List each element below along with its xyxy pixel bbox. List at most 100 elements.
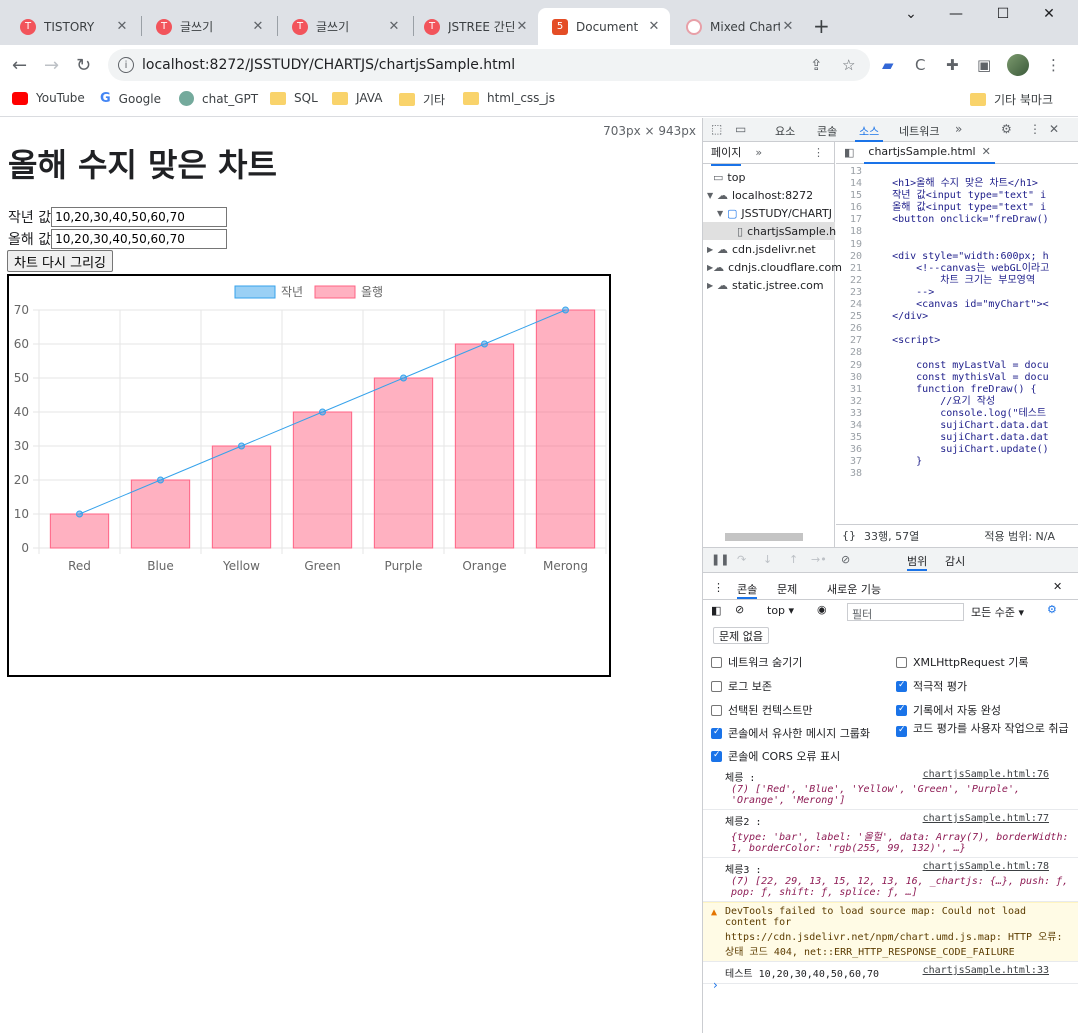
option-hide-network[interactable]: 네트워크 숨기기: [711, 654, 802, 670]
format-braces-icon[interactable]: {}: [842, 529, 856, 542]
tab-console[interactable]: 콘솔: [817, 123, 837, 139]
bookmark-other[interactable]: 기타 북마크: [970, 91, 1053, 108]
tree-item-folder[interactable]: ▼ ▢ JSSTUDY/CHARTJ: [703, 204, 835, 222]
info-icon[interactable]: i: [118, 57, 134, 73]
code-lines[interactable]: 13 14 <h1>올해 수지 맞은 차트</h1> 15 작년 값<input t…: [836, 166, 1078, 512]
navigator-scrollbar[interactable]: [703, 530, 835, 544]
step-out-icon[interactable]: ↑: [789, 553, 798, 566]
close-icon[interactable]: ✕: [646, 19, 662, 34]
device-toggle-icon[interactable]: ▭: [735, 122, 746, 136]
tree-item-localhost[interactable]: ▼ ☁ localhost:8272: [703, 186, 835, 204]
inspect-icon[interactable]: ⬚: [711, 122, 722, 136]
more-tabs-icon[interactable]: »: [955, 122, 962, 136]
more-icon[interactable]: »: [755, 146, 762, 159]
tree-item-jsdelivr[interactable]: ▶ ☁ cdn.jsdelivr.net: [703, 240, 835, 258]
share-icon[interactable]: ⇪: [810, 56, 823, 74]
console-log[interactable]: 테스트 10,20,30,40,50,60,70 chartjsSample.h…: [703, 962, 1078, 984]
toggle-navigator-icon[interactable]: ◧: [844, 146, 854, 159]
bookmark-chatgpt[interactable]: chat_GPT: [179, 91, 258, 106]
avatar[interactable]: [1007, 54, 1029, 76]
extension-icon[interactable]: ▰: [882, 56, 894, 74]
option-group-similar[interactable]: 콘솔에서 유사한 메시지 그룹화: [711, 725, 870, 741]
side-panel-icon[interactable]: ▣: [977, 56, 991, 74]
console-message[interactable]: 체릉2 : chartjsSample.html:77 {type: 'bar'…: [703, 810, 1078, 858]
console-settings-gear-icon[interactable]: ⚙: [1047, 603, 1057, 616]
tab-write-1[interactable]: T 글쓰기 ✕: [142, 8, 274, 45]
bookmark-java[interactable]: JAVA: [332, 91, 382, 105]
drawer-tab-console[interactable]: 콘솔: [737, 581, 758, 599]
console-warning[interactable]: ▲ DevTools failed to load source map: Co…: [703, 902, 1078, 962]
option-xhr-log[interactable]: XMLHttpRequest 기록: [896, 654, 1028, 670]
navigator-menu-icon[interactable]: ⋮: [813, 146, 824, 159]
option-autocomplete[interactable]: 기록에서 자동 완성: [896, 702, 1001, 718]
console-filter-input[interactable]: 필터: [847, 603, 964, 621]
tab-mixed-chart[interactable]: Mixed Chart ✕: [672, 8, 804, 45]
devtools-menu-icon[interactable]: ⋮: [1029, 122, 1041, 136]
forward-button[interactable]: →: [44, 55, 59, 76]
this-year-input[interactable]: [51, 229, 228, 249]
drawer-tab-issues[interactable]: 문제: [777, 581, 797, 597]
option-preserve-log[interactable]: 로그 보존: [711, 678, 772, 694]
tab-page[interactable]: 페이지: [711, 140, 742, 166]
close-icon[interactable]: ✕: [514, 19, 530, 34]
settings-gear-icon[interactable]: ⚙: [1001, 122, 1012, 136]
drawer-menu-icon[interactable]: ⋮: [713, 581, 724, 594]
tree-item-file[interactable]: ▯ chartjsSample.h: [703, 222, 836, 240]
step-into-icon[interactable]: ↓: [763, 553, 772, 566]
extensions-puzzle-icon[interactable]: ✚: [946, 56, 959, 74]
address-bar[interactable]: i localhost:8272/JSSTUDY/CHARTJS/chartjs…: [108, 49, 870, 81]
extension-c-icon[interactable]: C: [915, 56, 925, 74]
tab-scope[interactable]: 범위: [907, 553, 928, 571]
close-icon[interactable]: ✕: [386, 19, 402, 34]
clear-console-icon[interactable]: ⊘: [735, 603, 744, 616]
new-tab-button[interactable]: +: [813, 14, 830, 38]
step-icon[interactable]: →•: [811, 553, 827, 566]
sidebar-toggle-icon[interactable]: ◧: [711, 604, 721, 617]
tab-search-icon[interactable]: ⌄: [901, 6, 921, 22]
tab-tistory[interactable]: T TISTORY ✕: [6, 8, 138, 45]
tab-write-2[interactable]: T 글쓰기 ✕: [278, 8, 410, 45]
console-message[interactable]: 체릉 : chartjsSample.html:76 (7) ['Red', '…: [703, 766, 1078, 810]
tree-item-top[interactable]: ▭ top: [703, 168, 835, 186]
option-eager-eval[interactable]: 적극적 평가: [896, 678, 967, 694]
close-icon[interactable]: ✕: [114, 19, 130, 34]
bookmark-google[interactable]: G Google: [100, 91, 161, 106]
close-icon[interactable]: ✕: [982, 145, 991, 158]
mixed-chart[interactable]: 0 10 20 30 40 50 60 70 Red Blue Yellow Green Purple O…: [9, 276, 609, 675]
reload-button[interactable]: ↻: [76, 55, 91, 76]
close-devtools-icon[interactable]: ✕: [1049, 122, 1059, 136]
option-selected-context[interactable]: 선택된 컨텍스트만: [711, 702, 812, 718]
source-link[interactable]: chartjsSample.html:78: [923, 861, 1049, 872]
option-user-activation[interactable]: 코드 평가를 사용자 작업으로 취급: [896, 720, 1074, 737]
bookmark-html-css-js[interactable]: html_css_js: [463, 91, 555, 105]
minimize-button[interactable]: —: [946, 6, 966, 22]
tree-item-cloudflare[interactable]: ▶ ☁ cdnjs.cloudflare.com: [703, 258, 842, 276]
bookmark-youtube[interactable]: YouTube: [12, 91, 85, 105]
console-prompt[interactable]: ›: [713, 978, 718, 992]
close-icon[interactable]: ✕: [780, 19, 796, 34]
close-drawer-icon[interactable]: ✕: [1053, 580, 1062, 593]
tab-elements[interactable]: 요소: [775, 123, 795, 139]
context-select[interactable]: top ▾: [767, 604, 794, 617]
source-link[interactable]: chartjsSample.html:76: [923, 769, 1049, 780]
console-message[interactable]: 체릉3 : chartjsSample.html:78 (7) [22, 29,…: [703, 858, 1078, 902]
back-button[interactable]: ←: [12, 55, 27, 76]
bookmark-sql[interactable]: SQL: [270, 91, 318, 105]
live-expression-eye-icon[interactable]: ◉: [817, 603, 827, 616]
tab-jstree[interactable]: T JSTREE 간단 ✕: [410, 8, 538, 45]
editor-tab-file[interactable]: chartjsSample.html ✕: [864, 142, 995, 164]
bookmark-etc[interactable]: 기타: [399, 91, 445, 108]
source-link[interactable]: chartjsSample.html:33: [923, 965, 1049, 976]
source-link[interactable]: chartjsSample.html:77: [923, 813, 1049, 824]
step-over-icon[interactable]: ↷: [737, 553, 746, 566]
log-levels-select[interactable]: 모든 수준 ▾: [971, 604, 1024, 620]
option-cors-errors[interactable]: 콘솔에 CORS 오류 표시: [711, 748, 840, 764]
tab-document[interactable]: 5 Document ✕: [538, 8, 670, 45]
drawer-tab-whats-new[interactable]: 새로운 기능: [827, 581, 881, 597]
no-issues-button[interactable]: 문제 없음: [713, 627, 769, 644]
bookmark-star-icon[interactable]: ☆: [842, 56, 855, 74]
menu-kebab-icon[interactable]: ⋮: [1046, 56, 1061, 74]
deactivate-breakpoints-icon[interactable]: ⊘: [841, 553, 850, 566]
tree-item-jstree[interactable]: ▶ ☁ static.jstree.com: [703, 276, 835, 294]
tab-watch[interactable]: 감시: [945, 553, 965, 569]
